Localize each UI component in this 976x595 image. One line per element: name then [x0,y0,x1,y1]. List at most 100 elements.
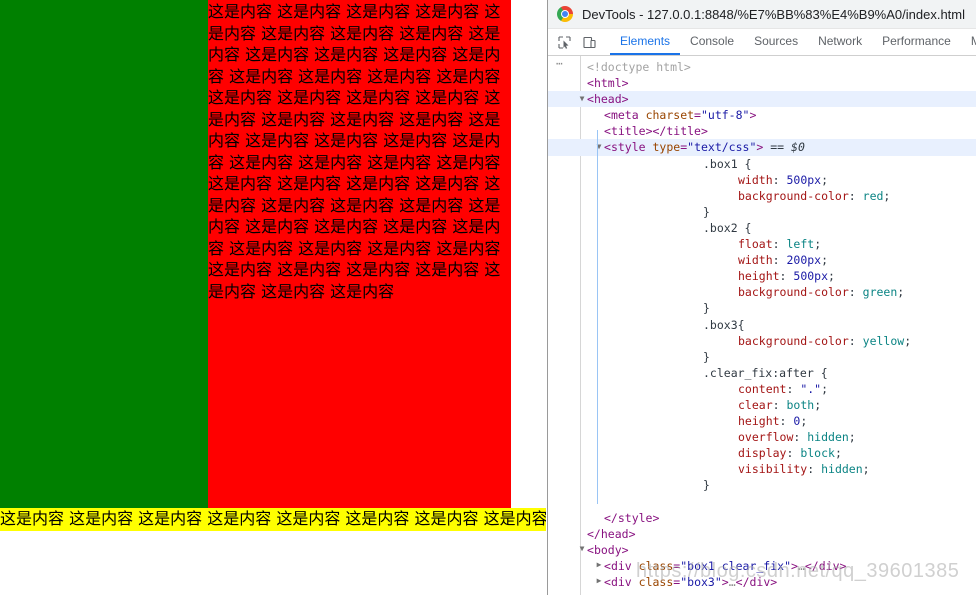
code-line-body-open[interactable]: ▼ <body> [548,542,976,558]
code-line-title[interactable]: <title></title> [548,123,976,139]
clearfix-overflow-prop: overflow [738,430,794,445]
screen-root: 这是内容 这是内容 这是内容 这是内容 这是内容 这是内容 这是内容 这是内容 … [0,0,976,595]
chevron-down-icon-head[interactable]: ▼ [577,91,587,107]
div-box3-ellipsis: … [728,575,736,589]
clearfix-clear-value: both [786,397,815,412]
div-box3-class-value: "box3" [680,575,722,589]
code-line-box1-close[interactable]: } [548,204,976,220]
code-line-box2-bg[interactable]: background-color: green; [548,284,976,300]
div-box3-close: </div> [735,575,778,589]
code-line-clearfix-height[interactable]: height: 0; [548,413,976,429]
box3-selector: .box3{ [703,317,745,332]
chevron-right-icon-box1[interactable]: ▶ [594,557,604,573]
tab-memory[interactable]: Memory [961,29,976,55]
inspect-element-icon[interactable] [552,29,577,55]
html-tag: html [593,76,622,91]
code-line-box3-close[interactable]: } [548,349,976,365]
div-box1-class-value: "box1 clear_fix" [680,558,791,573]
code-line-head-close[interactable]: </head> [548,526,976,542]
tab-network[interactable]: Network [808,29,872,55]
box2-height-prop: height [738,269,780,284]
box3-bg-value: yellow [862,333,905,348]
style-eq-marker: == [763,140,792,155]
code-line-style-open[interactable]: ▼ <style type="text/css"> == $0 [548,139,976,156]
box2-height-value: 500px [793,269,829,284]
div-box3-tag: div [610,575,632,589]
elements-dom-tree-panel[interactable]: ⋯ <!doctype html> <html> ▼ <head> <meta c… [548,56,976,595]
code-line-clearfix-close[interactable]: } [548,477,976,493]
style-dollar-zero: $0 [791,140,805,155]
html-gt: > [621,76,629,91]
code-line-div-box3[interactable]: ▶ <div class="box3">…</div> [548,574,976,590]
code-line-html-open[interactable]: <html> [548,75,976,91]
clearfix-visibility-value: hidden [821,462,863,477]
code-line-box2-width[interactable]: width: 200px; [548,252,976,268]
code-line-clearfix-display[interactable]: display: block; [548,445,976,461]
box1-bg-value: red [862,188,884,203]
tab-performance[interactable]: Performance [872,29,961,55]
box1-width-value: 500px [786,172,822,187]
div-box1-tag: div [610,558,632,573]
clearfix-height-prop: height [738,414,780,429]
html-lt: < [587,76,594,91]
div-box3-class-attr: class [638,575,674,589]
code-line-box2-float[interactable]: float: left; [548,236,976,252]
code-line-box3-selector[interactable]: .box3{ [548,317,976,333]
devtools-window: DevTools - 127.0.0.1:8848/%E7%BB%83%E4%B… [547,0,976,595]
box3-close-brace: } [703,349,710,364]
code-line-style-close[interactable]: </style> [548,510,976,526]
code-line-box2-selector[interactable]: .box2 { [548,220,976,236]
devtools-tab-list: Elements Console Sources Network Perform… [610,29,976,55]
code-line-box2-height[interactable]: height: 500px; [548,268,976,284]
chevron-down-icon-style[interactable]: ▼ [594,139,604,155]
code-line-box1-bg[interactable]: background-color: red; [548,188,976,204]
meta-charset-value: "utf-8" [700,108,750,123]
box1-red-container: 这是内容 这是内容 这是内容 这是内容 这是内容 这是内容 这是内容 这是内容 … [0,0,511,508]
code-line-clearfix-selector[interactable]: .clear_fix:after { [548,365,976,381]
meta-tag: meta [610,108,639,123]
devtools-window-title: DevTools - 127.0.0.1:8848/%E7%BB%83%E4%B… [582,6,965,22]
head-tag: head [593,92,622,107]
clearfix-close-brace: } [703,478,710,493]
devtools-titlebar: DevTools - 127.0.0.1:8848/%E7%BB%83%E4%B… [548,0,976,29]
chevron-down-icon-body[interactable]: ▼ [577,541,587,557]
code-line-doctype[interactable]: <!doctype html> [548,59,976,75]
code-line-box3-bg[interactable]: background-color: yellow; [548,333,976,349]
clearfix-content-prop: content [738,381,787,396]
clearfix-clear-prop: clear [738,397,773,412]
box2-selector: .box2 { [703,220,752,235]
code-line-clearfix-overflow[interactable]: overflow: hidden; [548,429,976,445]
box2-close-brace: } [703,301,710,316]
code-line-div-box1[interactable]: ▶ <div class="box1 clear_fix">…</div> [548,558,976,574]
code-line-head-open[interactable]: ▼ <head> [548,91,976,108]
code-line-box1-width[interactable]: width: 500px; [548,172,976,188]
code-line-box1-selector[interactable]: .box1 { [548,156,976,172]
tab-elements[interactable]: Elements [610,29,681,55]
clearfix-visibility-prop: visibility [738,462,808,477]
style-type-value: "text/css" [687,140,757,155]
style-type-attr: type [652,140,681,155]
code-line-clearfix-content[interactable]: content: "."; [548,381,976,397]
div-box1-class-attr: class [638,558,674,573]
code-line-box2-close[interactable]: } [548,300,976,316]
chevron-right-icon-box3[interactable]: ▶ [594,573,604,589]
browser-page-viewport: 这是内容 这是内容 这是内容 这是内容 这是内容 这是内容 这是内容 这是内容 … [0,0,546,595]
tab-sources[interactable]: Sources [744,29,808,55]
clearfix-overflow-value: hidden [807,430,849,445]
code-line-clearfix-clear[interactable]: clear: both; [548,397,976,413]
div-box1-close: </div> [804,558,847,573]
code-line-clearfix-visibility[interactable]: visibility: hidden; [548,461,976,477]
tree-guide-line-style [597,130,598,504]
box3-yellow-container: 这是内容 这是内容 这是内容 这是内容 这是内容 这是内容 这是内容 这是内容 … [0,508,546,531]
tab-console[interactable]: Console [680,29,744,55]
box2-width-value: 200px [786,253,822,268]
style-tag: style [610,140,646,155]
clearfix-content-value: "." [800,381,822,396]
box2-bg-value: green [862,285,898,300]
box2-bg-prop: background-color [738,285,849,300]
clearfix-selector: .clear_fix:after { [703,365,828,380]
device-toolbar-icon[interactable] [577,29,602,55]
clearfix-display-prop: display [738,446,787,461]
code-line-meta[interactable]: <meta charset="utf-8"> [548,107,976,123]
